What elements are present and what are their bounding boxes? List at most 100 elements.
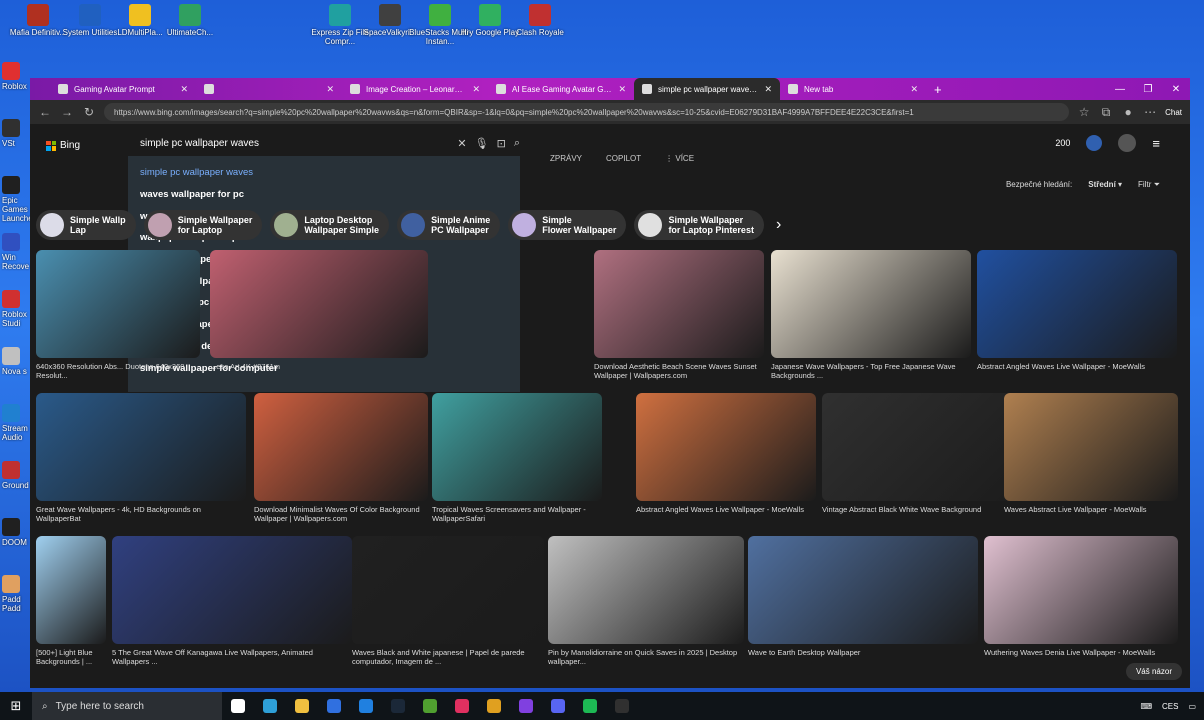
image-result[interactable]: Waves Black and White japanese | Papel d…: [352, 536, 544, 666]
refresh-icon[interactable]: ↻: [82, 105, 96, 119]
feedback-button[interactable]: Váš názor: [1125, 663, 1182, 680]
browser-tab[interactable]: AI Ease Gaming Avatar Generator ✕: [488, 78, 634, 100]
steam-icon[interactable]: [382, 692, 414, 720]
subnav-item[interactable]: ⋮ VÍCE: [665, 154, 694, 163]
avatar[interactable]: [1118, 134, 1137, 152]
taskbar-search[interactable]: ⌕ Type here to search: [32, 692, 222, 720]
tab-close-icon[interactable]: ✕: [618, 84, 626, 95]
desktop-icon[interactable]: Roblox: [2, 62, 32, 91]
chrome-icon[interactable]: [478, 692, 510, 720]
related-search-chip[interactable]: Simple Anime PC Wallpaper: [397, 210, 501, 240]
result-caption[interactable]: Waves Abstract Live Wallpaper - MoeWalls: [1004, 505, 1178, 523]
result-thumbnail[interactable]: [210, 250, 428, 358]
result-thumbnail[interactable]: [771, 250, 971, 358]
suggestion-item[interactable]: waves wallpaper for pc: [128, 184, 520, 206]
related-search-chip[interactable]: Simple Wallp Lap: [36, 210, 136, 240]
tab-close-icon[interactable]: ✕: [910, 84, 918, 95]
desktop-icon[interactable]: Stream Audio: [2, 404, 32, 442]
browser-tab[interactable]: ✕: [196, 78, 342, 100]
image-result[interactable]: Download Aesthetic Beach Scene Waves Sun…: [594, 250, 764, 380]
task-view-icon[interactable]: [222, 692, 254, 720]
edge-icon[interactable]: [254, 692, 286, 720]
discord-icon[interactable]: [542, 692, 574, 720]
desktop-icon[interactable]: VSt: [2, 119, 32, 148]
chevron-right-icon[interactable]: ›: [776, 216, 781, 234]
result-caption[interactable]: Great Wave Wallpapers - 4k, HD Backgroun…: [36, 505, 246, 523]
browser-tab[interactable]: Gaming Avatar Prompt ✕: [50, 78, 196, 100]
result-thumbnail[interactable]: [822, 393, 1032, 501]
file-explorer-icon[interactable]: [286, 692, 318, 720]
result-caption[interactable]: Abstract Angled Waves Live Wallpaper - M…: [636, 505, 816, 523]
result-caption[interactable]: 640x360 Resolution Abs... Duotone 640x36…: [36, 362, 200, 380]
image-result[interactable]: Abstract Angled Waves Live Wallpaper - M…: [636, 393, 816, 523]
search-box[interactable]: simple pc wallpaper waves ✕ 🎙 ⊡ ⌕: [128, 130, 520, 156]
browser-tab[interactable]: Image Creation – Leonardo.Ai App ✕: [342, 78, 488, 100]
result-thumbnail[interactable]: [112, 536, 352, 644]
image-result[interactable]: [500+] Light Blue Backgrounds | ...: [36, 536, 106, 666]
suggestion-item[interactable]: simple pc wallpaper waves: [128, 162, 520, 184]
tab-close-icon[interactable]: ✕: [764, 84, 772, 95]
image-result[interactable]: Download Minimalist Waves Of Color Backg…: [254, 393, 428, 523]
related-search-chip[interactable]: Laptop Desktop Wallpaper Simple: [270, 210, 390, 240]
search-input[interactable]: simple pc wallpaper waves: [140, 138, 449, 149]
result-thumbnail[interactable]: [36, 250, 200, 358]
favorite-star-icon[interactable]: ☆: [1077, 105, 1091, 119]
desktop-icon[interactable]: Nova s: [2, 347, 32, 376]
image-result[interactable]: 5 The Great Wave Off Kanagawa Live Wallp…: [112, 536, 352, 666]
result-thumbnail[interactable]: [984, 536, 1178, 644]
result-thumbnail[interactable]: [36, 536, 106, 644]
result-thumbnail[interactable]: [432, 393, 602, 501]
result-caption[interactable]: Abstract Angled Waves Live Wallpaper - M…: [977, 362, 1177, 380]
hamburger-menu-icon[interactable]: ≡: [1152, 136, 1160, 151]
image-result[interactable]: Great Wave Wallpapers - 4k, HD Backgroun…: [36, 393, 246, 523]
back-icon[interactable]: ←: [38, 105, 52, 119]
profile-icon[interactable]: ●: [1121, 105, 1135, 119]
clear-icon[interactable]: ✕: [457, 137, 466, 150]
result-caption[interactable]: 5 The Great Wave Off Kanagawa Live Wallp…: [112, 648, 352, 666]
desktop-icon[interactable]: Clash Royale: [506, 4, 574, 37]
image-result[interactable]: 640x360 Resolution Abs... Duotone 640x36…: [36, 250, 200, 380]
related-search-chip[interactable]: Simple Wallpaper for Laptop: [143, 210, 263, 240]
result-thumbnail[interactable]: [548, 536, 744, 644]
start-windows-icon[interactable]: ⊞: [0, 698, 32, 714]
language-indicator[interactable]: CES: [1162, 702, 1178, 711]
related-search-chip[interactable]: Simple Wallpaper for Laptop Pinterest: [634, 210, 764, 240]
desktop-icon[interactable]: Epic Games Launcher: [2, 176, 35, 223]
tab-close-icon[interactable]: ✕: [326, 84, 334, 95]
desktop-icon[interactable]: Ground: [2, 461, 32, 490]
result-caption[interactable]: Download Aesthetic Beach Scene Waves Sun…: [594, 362, 764, 380]
subnav-item[interactable]: COPILOT: [606, 154, 641, 163]
rewards-points[interactable]: 200: [1055, 138, 1070, 148]
forward-icon[interactable]: →: [60, 105, 74, 119]
result-caption[interactable]: Vintage Abstract Black White Wave Backgr…: [822, 505, 1032, 523]
minimize-icon[interactable]: —: [1106, 84, 1134, 95]
store-icon[interactable]: [318, 692, 350, 720]
mail-icon[interactable]: [350, 692, 382, 720]
image-result[interactable]: Vintage Abstract Black White Wave Backgr…: [822, 393, 1032, 523]
result-thumbnail[interactable]: [977, 250, 1177, 358]
desktop-icon[interactable]: UltimateCh...: [156, 4, 224, 37]
result-caption[interactable]: [500+] Light Blue Backgrounds | ...: [36, 648, 106, 666]
extensions-icon[interactable]: ⧉: [1099, 105, 1113, 120]
related-search-chip[interactable]: Simple Flower Wallpaper: [508, 210, 627, 240]
close-icon[interactable]: ✕: [1162, 84, 1190, 95]
result-thumbnail[interactable]: [748, 536, 978, 644]
result-thumbnail[interactable]: [352, 536, 544, 644]
messenger-icon[interactable]: [510, 692, 542, 720]
image-result[interactable]: ...ese Art 4K #8761m: [210, 250, 428, 380]
search-icon[interactable]: ⌕: [514, 137, 520, 150]
browser-tab[interactable]: New tab ✕: [780, 78, 926, 100]
result-caption[interactable]: ...ese Art 4K #8761m: [210, 362, 428, 380]
result-thumbnail[interactable]: [636, 393, 816, 501]
subnav-item[interactable]: ZPRÁVY: [550, 154, 582, 163]
url-field[interactable]: https://www.bing.com/images/search?q=sim…: [104, 103, 1070, 121]
image-result[interactable]: Japanese Wave Wallpapers - Top Free Japa…: [771, 250, 971, 380]
image-result[interactable]: Waves Abstract Live Wallpaper - MoeWalls: [1004, 393, 1178, 523]
image-result[interactable]: Wave to Earth Desktop Wallpaper: [748, 536, 978, 666]
image-result[interactable]: Abstract Angled Waves Live Wallpaper - M…: [977, 250, 1177, 380]
desktop-icon[interactable]: Win Recove: [2, 233, 32, 271]
result-thumbnail[interactable]: [254, 393, 428, 501]
result-caption[interactable]: Waves Black and White japanese | Papel d…: [352, 648, 544, 666]
image-result[interactable]: Wuthering Waves Denia Live Wallpaper - M…: [984, 536, 1178, 666]
desktop-icon[interactable]: DOOM: [2, 518, 32, 547]
